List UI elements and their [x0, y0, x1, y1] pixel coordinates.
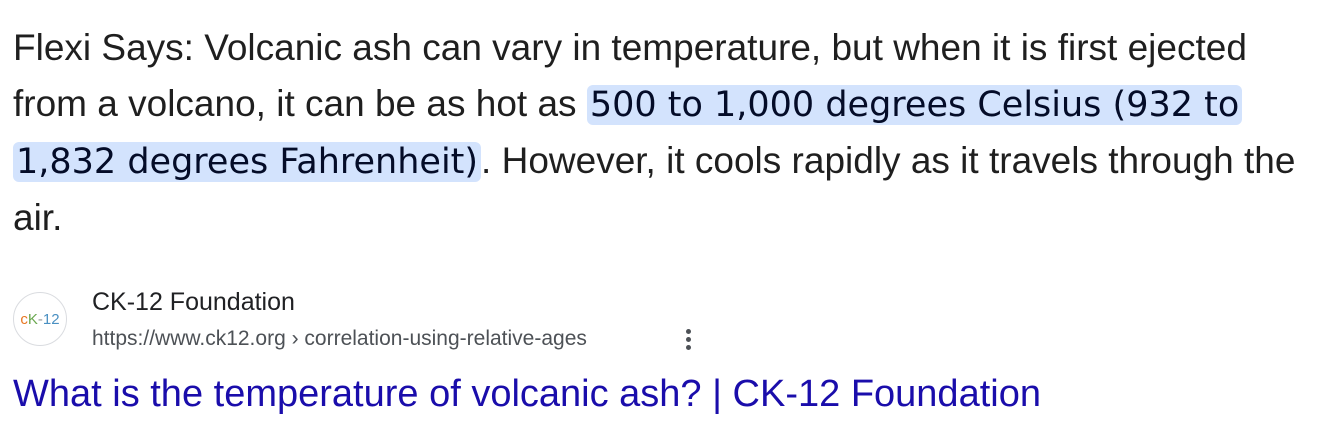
source-site-name[interactable]: CK-12 Foundation — [92, 286, 295, 318]
result-title-link[interactable]: What is the temperature of volcanic ash?… — [13, 370, 1041, 418]
ck12-favicon-icon[interactable]: c K -12 — [13, 292, 67, 346]
vertical-dots-icon[interactable] — [678, 324, 698, 354]
featured-snippet-text: Flexi Says: Volcanic ash can vary in tem… — [13, 20, 1328, 246]
source-attribution: c K -12 CK-12 Foundation https://www.ck12.… — [13, 284, 813, 354]
source-url[interactable]: https://www.ck12.org › correlation-using… — [92, 325, 587, 353]
